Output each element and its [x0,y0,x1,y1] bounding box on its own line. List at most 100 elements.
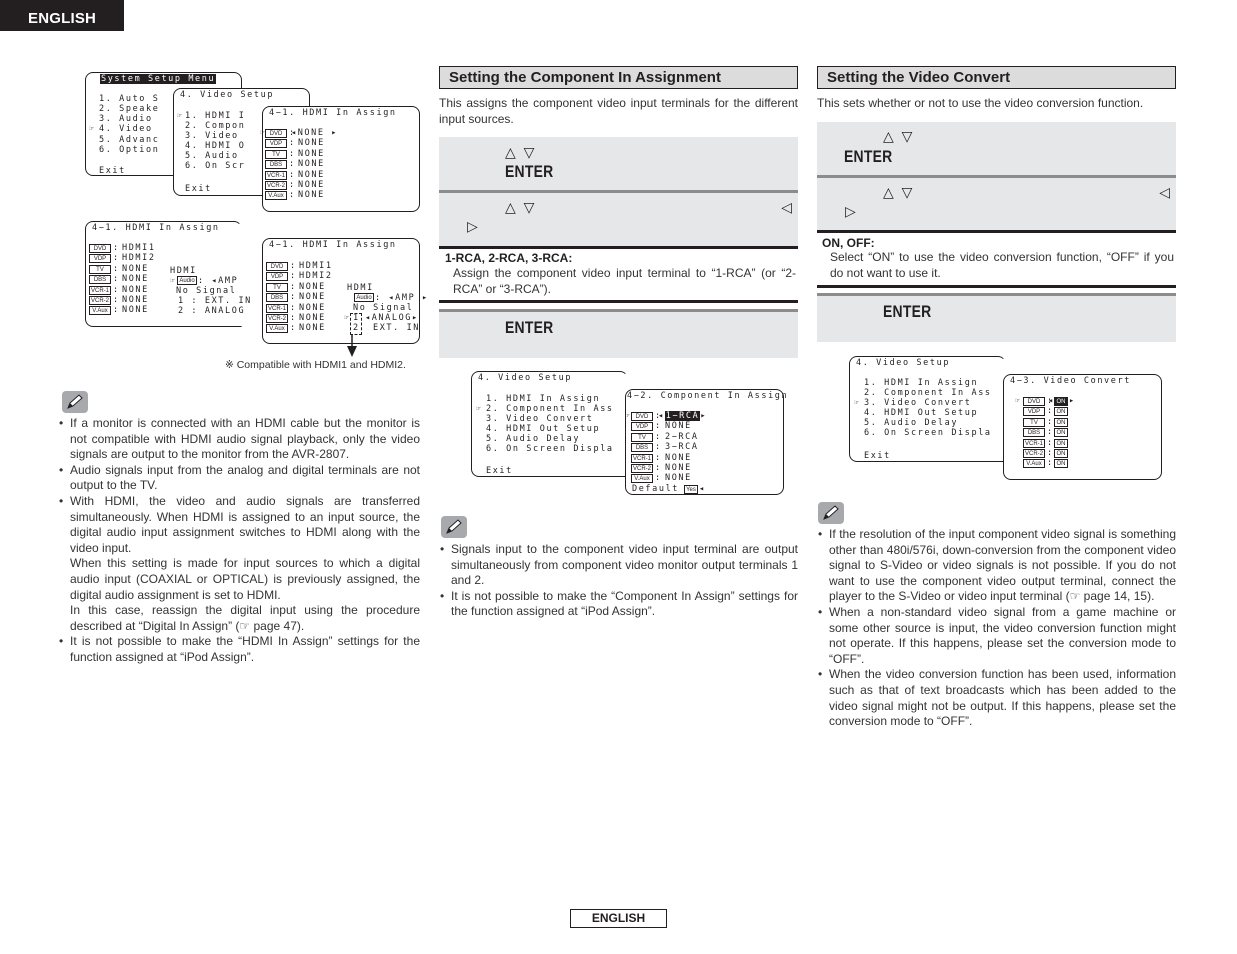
step-3: ENTER [817,296,1176,342]
osd-item-selected: 4. Video [99,124,153,134]
osd-colon: : [1047,416,1054,427]
source-badge: VDP [89,254,111,264]
option-description: Select “ON” to use the video conversion … [830,250,1174,280]
note-pencil-icon [818,502,844,524]
osd-item: 5. Audio Delay [864,418,959,428]
arrow-down-icon [347,334,357,357]
notes-list: If a monitor is connected with an HDMI c… [58,416,420,666]
source-value: NONE [298,159,325,170]
source-value: NONE [299,302,326,313]
osd-colon: : [655,431,662,442]
osd-item: 2. Component In Ass [864,388,992,398]
osd-colon: : [655,442,662,453]
osd-colon: : [113,295,120,305]
osd-item: 5. Advanc [99,135,160,145]
osd-item: 1. Auto S [99,94,160,104]
left-column: System Setup Menu 1. Auto S 2. Speake 3.… [58,0,427,700]
osd-colon: : [290,292,297,303]
compat-caption: ※ Compatible with HDMI1 and HDMI2. [225,359,406,371]
note-pencil-icon [441,516,467,538]
source-badge: V.Aux [265,191,287,201]
note-pencil-icon [62,391,88,413]
source-value: NONE [299,281,326,292]
source-badge: VCR-2 [89,296,111,305]
osd-title: 4. Video Setup [478,373,573,383]
source-badge: VCR-1 [266,303,288,313]
osd-colon: : [289,138,296,149]
source-value: NONE [665,473,692,484]
osd-item: 3. Audio [99,114,153,124]
osd-exit: Exit [486,466,513,476]
source-badge: DBS [266,293,288,303]
notes-list: If the resolution of the input component… [817,527,1176,730]
osd-audio-value: : ◂AMP ▸ [375,293,429,303]
source-badge: DBS [265,160,287,170]
source-badge: DVD [1023,397,1045,406]
osd-colon: : [1047,427,1054,438]
osd-video-convert: 4−3. Video Convert ☞ DVD: ON ◂ ▸ VDP: ON TV: ON… [1003,374,1162,480]
osd-colon: : [113,305,120,316]
section-intro: This sets whether or not to use the vide… [817,96,1144,110]
note-text: With HDMI, the video and audio signals a… [70,493,420,555]
osd-exit: Exit [99,166,126,176]
source-value: ON [1054,449,1068,458]
source-badge: V.Aux [1023,459,1045,469]
section-title: Setting the Component In Assignment [439,66,798,89]
osd-signal: No Signal [176,286,237,296]
note-item: Audio signals input from the analog and … [58,463,420,494]
osd-video-setup: 4. Video Setup 1. HDMI In Assign ☞ 2. Co… [471,371,628,477]
note-item: With HDMI, the video and audio signals a… [58,494,420,634]
note-item: When the video conversion function has b… [817,667,1176,729]
osd-title: 4−3. Video Convert [1010,376,1131,386]
osd-item: 4. HDMI Out Setup [864,408,979,418]
osd-colon: : [289,159,296,170]
note-text: When this setting is made for input sour… [70,556,420,602]
osd-hdmi-in-assign-audio: 4−1. HDMI In Assign DVD: HDMI1 VDP: HDMI2 TV… [85,221,250,327]
up-down-arrows-icon: △ ▽ [505,199,537,215]
osd-item: 5. Audio [185,151,239,161]
osd-hdmi-in-assign-analog: 4−1. HDMI In Assign DVD: HDMI1 VDP: HDMI2 TV… [262,238,427,344]
enter-key-label: ENTER [883,302,932,321]
source-value: NONE [122,284,149,295]
section-intro: This assigns the component video input t… [439,96,798,126]
source-value: HDMI2 [122,253,156,264]
audio-badge: Audio [354,293,374,302]
enter-key-label: ENTER [505,318,554,337]
notes-list: Signals input to the component video inp… [439,542,798,620]
up-down-arrows-icon: △ ▽ [505,144,537,160]
osd-hdmi-label: HDMI [170,266,197,276]
source-badge: DVD [265,129,287,138]
source-value: NONE [298,190,325,201]
source-badge: V.Aux [631,474,653,484]
source-badge: VDP [1023,407,1045,417]
source-value: NONE [122,295,149,305]
option-top-rule [817,230,1176,233]
option-bottom-rule [817,285,1176,288]
source-badge: VCR-1 [265,170,287,180]
enter-key-label: ENTER [844,147,893,166]
osd-hdmi-label: HDMI [347,283,374,293]
source-value: NONE [122,305,149,316]
osd-colon: : [290,302,297,313]
osd-title: 4. Video Setup [856,358,951,368]
source-badge: TV [265,149,287,159]
osd-colon: : [290,261,297,271]
osd-item: 6. Option [99,145,160,155]
source-value: HDMI1 [122,243,156,253]
osd-item: 6. On Screen Displa [486,444,614,454]
osd-title: 4−1. HDMI In Assign [269,108,397,118]
osd-item-selected: 1. HDMI I [185,111,246,121]
osd-title: 4−1. HDMI In Assign [269,240,397,250]
source-badge: TV [89,264,111,274]
osd-item: 4. HDMI Out Setup [486,424,601,434]
source-value: 2−RCA [665,431,699,442]
osd-colon: : [113,263,120,274]
osd-item-selected: 2. Component In Ass [486,404,614,414]
note-item: When a non-standard video signal from a … [817,605,1176,667]
source-value: ON [1054,438,1068,448]
osd-line-2: 2 : ANALOG [178,306,246,316]
osd-title: System Setup Menu [100,74,217,85]
source-badge: DVD [266,262,288,271]
source-value: NONE [665,421,692,432]
source-badge: DVD [631,412,653,421]
